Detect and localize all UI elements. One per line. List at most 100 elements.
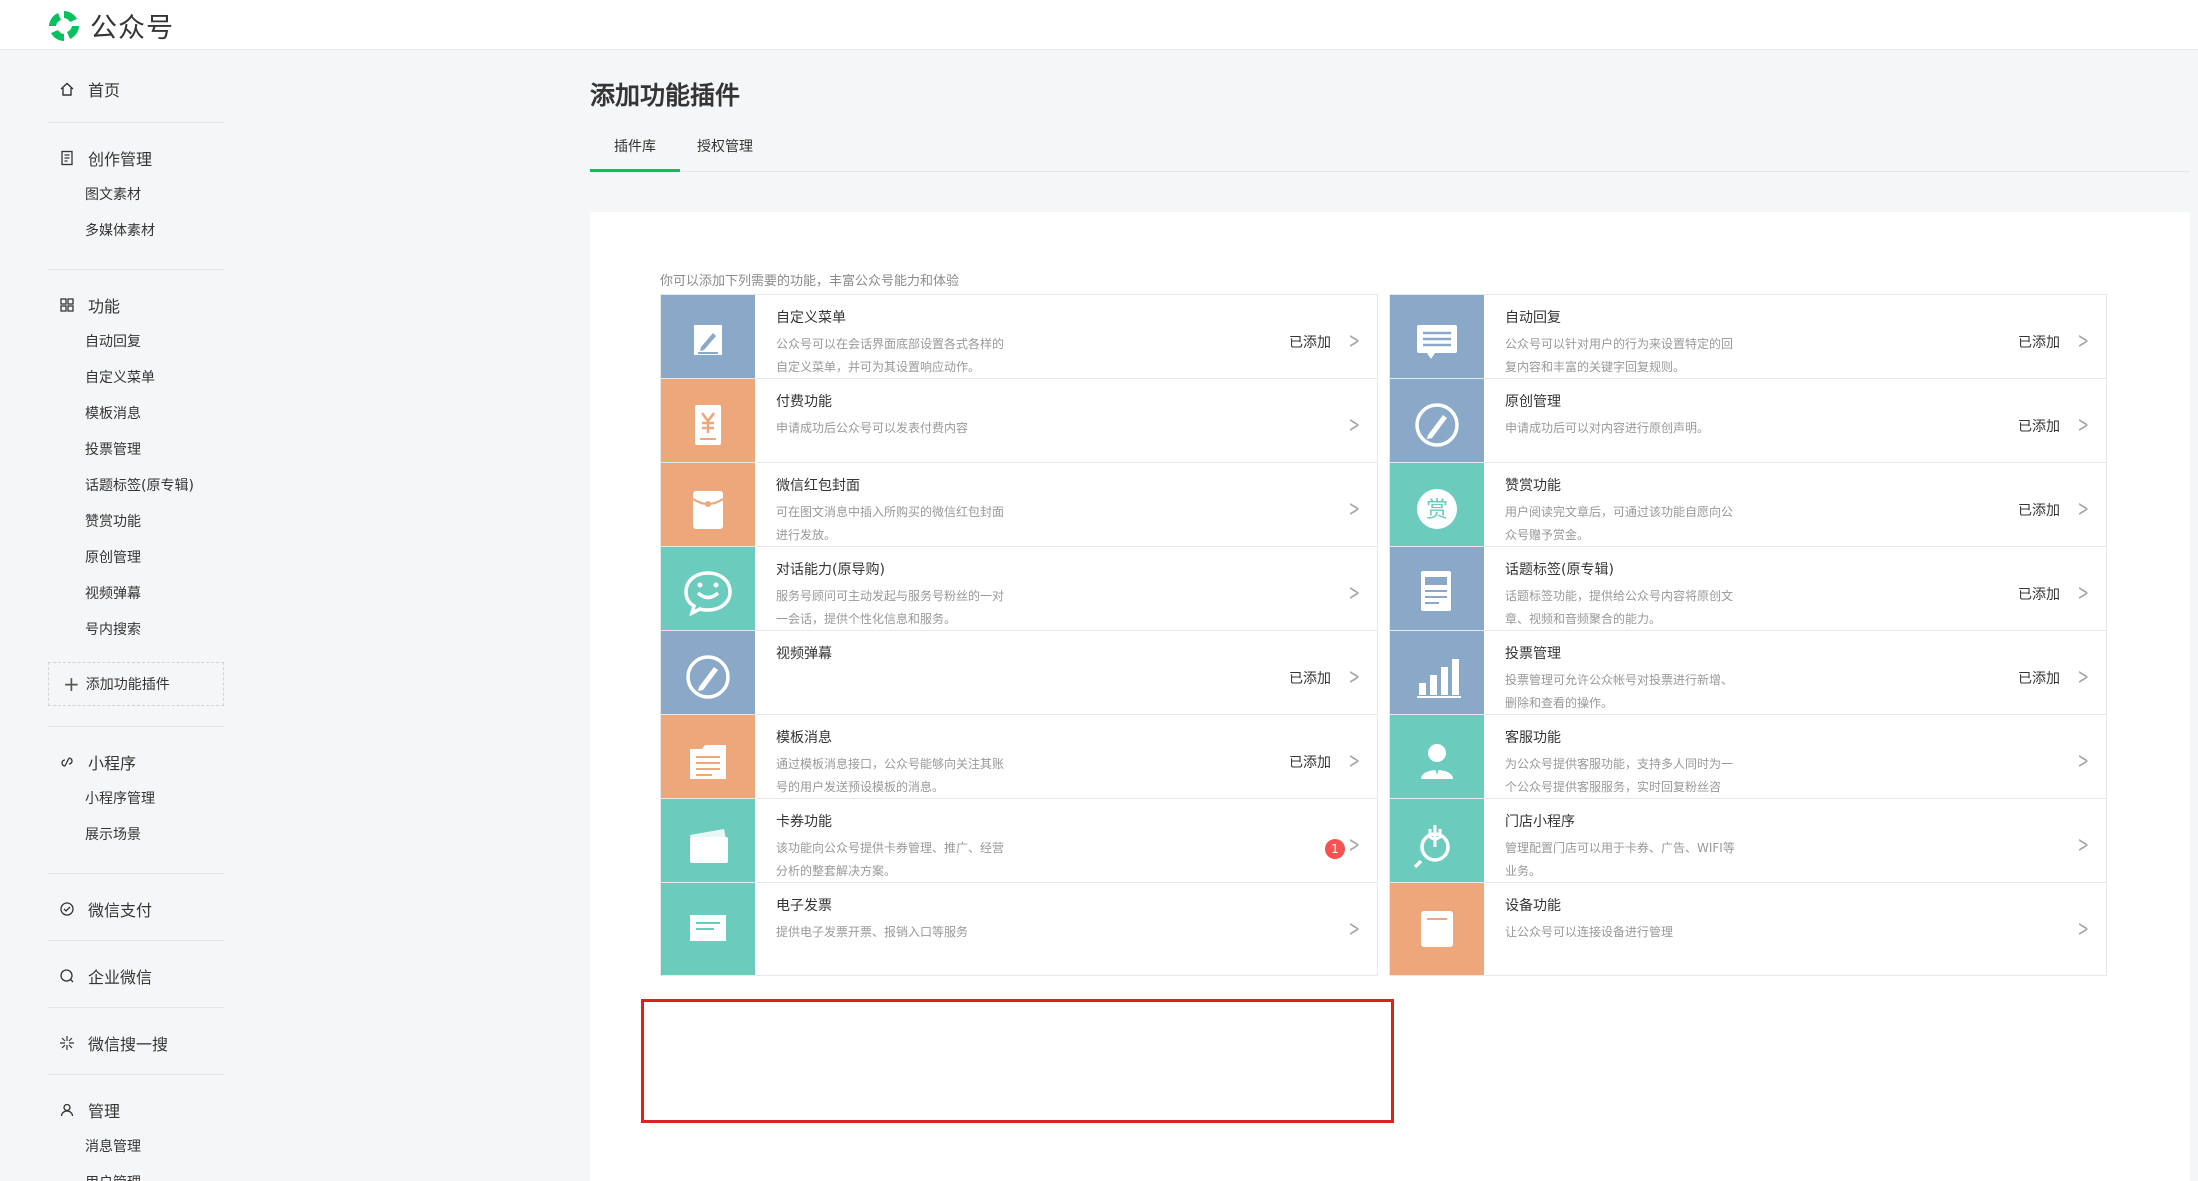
plugin-thumb (1390, 295, 1484, 387)
sidebar-item-content-manage[interactable]: 创作管理 (48, 147, 224, 169)
plugin-body: 电子发票提供电子发票开票、报销入口等服务 > (755, 883, 1377, 975)
plugin-card[interactable]: 门店小程序 管理配置门店可以用于卡券、广告、WIFI等业务。 > (1389, 798, 2107, 892)
sidebar-item-miniprogram[interactable]: 小程序 (48, 751, 224, 773)
sidebar-item-features[interactable]: 功能 (48, 294, 224, 316)
tab-plugin-library[interactable]: 插件库 (590, 136, 680, 172)
link-icon (56, 751, 78, 773)
plugin-status: 已添加 (2018, 587, 2060, 603)
sidebar-section-pay: 微信支付 (48, 874, 224, 941)
plugin-thumb (661, 379, 755, 471)
plugin-desc: 公众号可以针对用户的行为来设置特定的回复内容和丰富的关键字回复规则。 (1505, 337, 1734, 374)
plugin-name: 设备功能 (1505, 898, 1561, 914)
plugin-body: 投票管理 投票管理可允许公众帐号对投票进行新增、删除和查看的操作。 已添加 > (1484, 631, 2106, 723)
sidebar-item-custom-menu[interactable]: 自定义菜单 (48, 360, 224, 396)
plugin-card[interactable]: 电子发票提供电子发票开票、报销入口等服务 > (660, 882, 1378, 976)
sidebar-section-work: 企业微信 (48, 941, 224, 1008)
sidebar-item-wechat-pay[interactable]: 微信支付 (48, 898, 224, 920)
plugin-thumb (661, 631, 755, 723)
plugin-card[interactable]: 客服功能为公众号提供客服功能，支持多人同时为一个公众号提供客服服务，实时回复粉丝… (1389, 714, 2107, 808)
sidebar-item-media[interactable]: 多媒体素材 (48, 213, 224, 249)
grid-icon (56, 294, 78, 316)
plugin-body: 门店小程序 管理配置门店可以用于卡券、广告、WIFI等业务。 > (1484, 799, 2106, 891)
plugin-body: 客服功能为公众号提供客服功能，支持多人同时为一个公众号提供客服服务，实时回复粉丝… (1484, 715, 2106, 807)
plugin-desc: 服务号顾问可主动发起与服务号粉丝的一对一会话，提供个性化信息和服务。 (776, 589, 1005, 626)
plugin-thumb (1390, 883, 1484, 975)
sidebar-section-features: 功能 自动回复 自定义菜单 模板消息 投票管理 话题标签(原专辑) 赞赏功能 原… (48, 270, 224, 727)
chevron-right-icon: > (2077, 917, 2089, 942)
plugin-card[interactable]: 微信红包封面 可在图文消息中插入所购买的微信红包封面进行发放。 > (660, 462, 1378, 556)
sidebar-item-manage[interactable]: 管理 (48, 1099, 224, 1121)
sidebar-section-home: 首页 (48, 50, 224, 123)
chevron-right-icon: > (1348, 329, 1360, 354)
panel-tip: 你可以添加下列需要的功能，丰富公众号能力和体验 (660, 274, 960, 289)
plugin-body: 设备功能让公众号可以连接设备进行管理 > (1484, 883, 2106, 975)
plugin-card[interactable]: 付费功能 申请成功后公众号可以发表付费内容 > (660, 378, 1378, 472)
sidebar-item-original[interactable]: 原创管理 (48, 540, 224, 576)
sidebar-item-messages[interactable]: 消息管理 (48, 1129, 224, 1165)
chevron-right-icon: > (1348, 833, 1360, 858)
chevron-right-icon: > (1348, 497, 1360, 522)
plugin-desc: 管理配置门店可以用于卡券、广告、WIFI等业务。 (1505, 841, 1735, 878)
plugin-card[interactable]: 自定义菜单 公众号可以在会话界面底部设置各式各样的自定义菜单，并可为其设置响应动作… (660, 294, 1378, 388)
pay-icon (56, 898, 78, 920)
plugin-card[interactable]: 卡券功能 该功能向公众号提供卡券管理、推广、经营分析的整套解决方案。 1 > (660, 798, 1378, 892)
chevron-right-icon: > (1348, 413, 1360, 438)
plugin-name: 赞赏功能 (1505, 478, 1561, 494)
add-plugin-button[interactable]: + 添加功能插件 (48, 662, 224, 706)
plugin-desc: 让公众号可以连接设备进行管理 (1505, 925, 1674, 939)
sidebar-item-search[interactable]: 号内搜索 (48, 612, 224, 648)
plugin-card[interactable]: 设备功能让公众号可以连接设备进行管理 > (1389, 882, 2107, 976)
sidebar-item-home[interactable]: 首页 (48, 78, 224, 100)
plugin-card[interactable]: 自动回复 公众号可以针对用户的行为来设置特定的回复内容和丰富的关键字回复规则。 已添… (1389, 294, 2107, 388)
card-icon (690, 829, 728, 863)
sidebar-item-label: 创作管理 (88, 150, 153, 169)
compass-pen-icon (686, 655, 730, 699)
work-wechat-icon (56, 965, 78, 987)
plugin-name: 客服功能 (1505, 730, 1561, 746)
plugin-desc: 用户阅读完文章后，可通过该功能自愿向公众号赠予赏金。 (1505, 505, 1734, 542)
plugin-thumb (661, 547, 755, 639)
sidebar-item-vote[interactable]: 投票管理 (48, 432, 224, 468)
plugin-desc: 为公众号提供客服功能，支持多人同时为一个公众号提供客服服务，实时回复粉丝咨 (1505, 757, 1734, 794)
sidebar-item-video-danmaku[interactable]: 视频弹幕 (48, 576, 224, 612)
plugin-body: 自动回复 公众号可以针对用户的行为来设置特定的回复内容和丰富的关键字回复规则。 已添… (1484, 295, 2106, 387)
notification-badge: 1 (1325, 839, 1345, 859)
reward-icon: 赏 (1417, 489, 1457, 529)
plugin-desc: 提供电子发票开票、报销入口等服务 (776, 925, 969, 939)
plugin-name: 对话能力(原导购) (776, 562, 885, 578)
sidebar-item-articles[interactable]: 图文素材 (48, 177, 224, 213)
sidebar-item-reward[interactable]: 赞赏功能 (48, 504, 224, 540)
chevron-right-icon: > (1348, 917, 1360, 942)
page-title: 添加功能插件 (590, 81, 741, 110)
sidebar-item-label: 微信搜一搜 (88, 1035, 169, 1054)
sidebar-item-label: 首页 (88, 81, 121, 100)
plugin-name: 自定义菜单 (776, 310, 846, 326)
plugin-card[interactable]: 对话能力(原导购) 服务号顾问可主动发起与服务号粉丝的一对一会话，提供个性化信息和… (660, 546, 1378, 640)
plugin-name: 视频弹幕 (776, 646, 832, 662)
sidebar-item-users[interactable]: 用户管理 (48, 1165, 224, 1181)
plugin-card[interactable]: 话题标签(原专辑) 话题标签功能，提供给公众号内容将原创文章、视频和音频聚合的能力… (1389, 546, 2107, 640)
tab-authorization[interactable]: 授权管理 (697, 136, 753, 172)
red-packet-icon (692, 491, 724, 529)
plugin-desc: 话题标签功能，提供给公众号内容将原创文章、视频和音频聚合的能力。 (1505, 589, 1734, 626)
sidebar-item-topic-tags[interactable]: 话题标签(原专辑) (48, 468, 224, 504)
chevron-right-icon: > (2077, 413, 2089, 438)
plugin-desc: 投票管理可允许公众帐号对投票进行新增、删除和查看的操作。 (1505, 673, 1734, 710)
chevron-right-icon: > (2077, 329, 2089, 354)
compass-pen-icon (1415, 403, 1459, 447)
plugin-card[interactable]: 赏 赞赏功能 用户阅读完文章后，可通过该功能自愿向公众号赠予赏金。 已添加 > (1389, 462, 2107, 556)
sidebar-item-display-scene[interactable]: 展示场景 (48, 817, 224, 853)
invoice-icon (690, 915, 726, 941)
plugin-card[interactable]: 视频弹幕 已添加 > (660, 630, 1378, 724)
plugin-card[interactable]: 投票管理 投票管理可允许公众帐号对投票进行新增、删除和查看的操作。 已添加 > (1389, 630, 2107, 724)
top-bar: 公众号 (0, 0, 2198, 50)
sidebar-item-work-wechat[interactable]: 企业微信 (48, 965, 224, 987)
plugin-card[interactable]: 模板消息 通过模板消息接口，公众号能够向关注其账号的用户发送预设模板的消息。 已添加… (660, 714, 1378, 808)
sidebar-item-template-msg[interactable]: 模板消息 (48, 396, 224, 432)
sidebar-item-wechat-search[interactable]: 微信搜一搜 (48, 1032, 224, 1054)
sidebar-item-auto-reply[interactable]: 自动回复 (48, 324, 224, 360)
app-logo[interactable]: 公众号 (46, 6, 174, 45)
plugin-card[interactable]: 原创管理 申请成功后可以对内容进行原创声明。 已添加 > (1389, 378, 2107, 472)
sidebar-item-miniprogram-manage[interactable]: 小程序管理 (48, 781, 224, 817)
plugin-name: 电子发票 (776, 898, 832, 914)
